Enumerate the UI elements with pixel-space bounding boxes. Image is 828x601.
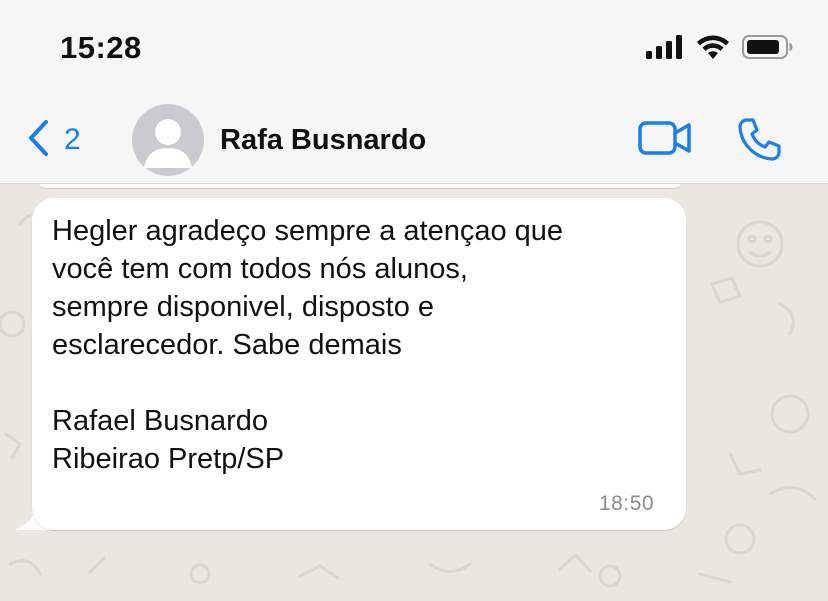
voice-call-button[interactable] <box>736 116 782 167</box>
video-call-button[interactable] <box>638 120 692 161</box>
incoming-message-bubble[interactable]: Hegler agradeço sempre a atençao que voc… <box>32 198 686 530</box>
wifi-icon <box>696 34 730 60</box>
message-text: Hegler agradeço sempre a atençao que voc… <box>52 215 564 475</box>
phone-icon <box>736 118 782 166</box>
cellular-signal-icon <box>646 35 684 59</box>
video-camera-icon <box>638 121 692 160</box>
back-button[interactable]: 2 <box>26 118 81 163</box>
avatar-placeholder-icon <box>132 119 204 176</box>
previous-message-bubble <box>38 184 682 188</box>
unread-count: 2 <box>64 123 81 156</box>
message-timestamp: 18:50 <box>599 492 655 515</box>
status-time: 15:28 <box>60 30 142 65</box>
status-icons <box>646 34 794 60</box>
contact-name[interactable]: Rafa Busnardo <box>220 124 426 157</box>
chat-area[interactable]: Hegler agradeço sempre a atençao que voc… <box>0 184 828 601</box>
chevron-left-icon <box>26 118 50 163</box>
avatar[interactable] <box>132 104 204 176</box>
top-bar: 15:28 2 Rafa Busnardo <box>0 0 828 184</box>
chat-header: 2 Rafa Busnardo <box>0 96 828 182</box>
battery-icon <box>742 34 794 60</box>
